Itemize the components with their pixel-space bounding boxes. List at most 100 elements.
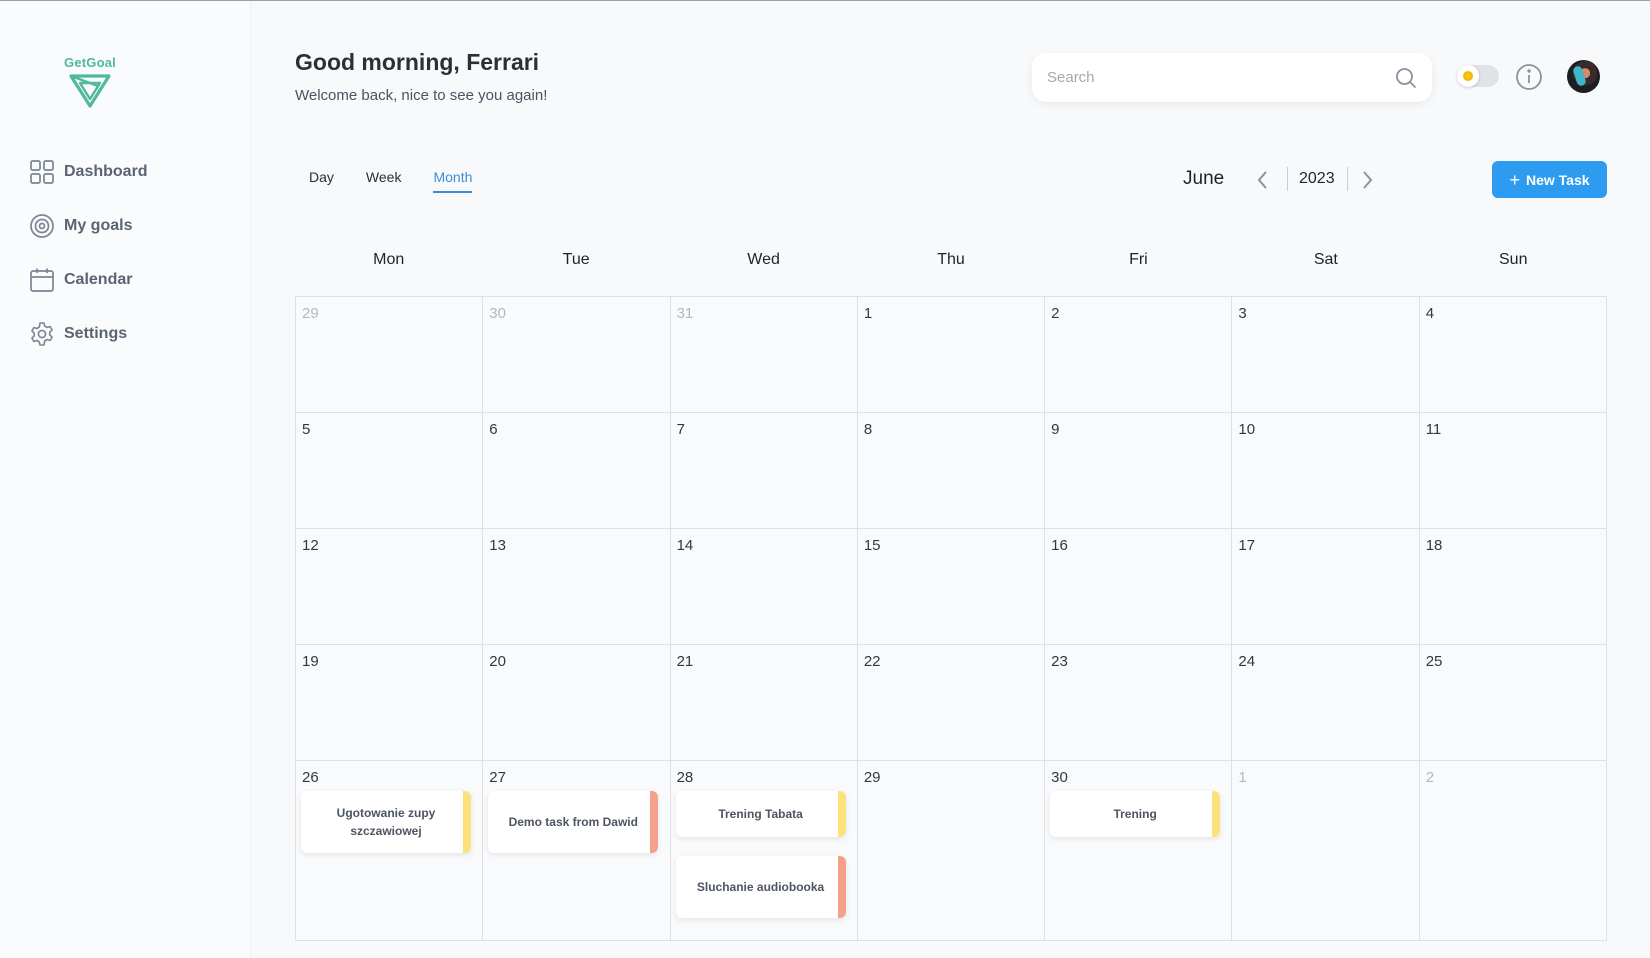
day-number: 31 [676, 305, 694, 322]
calendar-day-cell[interactable]: 9 [1045, 413, 1233, 529]
calendar-day-cell[interactable]: 22 [857, 645, 1046, 761]
task-title: Sluchanie audiobooka [696, 880, 825, 894]
task-card[interactable]: Demo task from Dawid [488, 791, 659, 853]
calendar-day-cell[interactable]: 17 [1232, 529, 1420, 645]
calendar-day-cell[interactable]: 2 [1045, 297, 1233, 413]
day-number: 20 [489, 653, 506, 670]
calendar-grid: 29 30 31 1 2 3 4 5 6 7 8 9 10 11 12 13 14 15 16 17 18 19 20 21 2… [295, 296, 1607, 941]
calendar-day-cell[interactable]: 27 Demo task from Dawid [483, 761, 671, 941]
calendar-day-cell[interactable]: 19 [296, 645, 484, 761]
tab-month[interactable]: Month [433, 169, 473, 193]
day-number: 9 [1051, 421, 1060, 438]
calendar-day-cell[interactable]: 14 [670, 529, 858, 645]
calendar-day-cell[interactable]: 31 [670, 297, 858, 413]
day-number: 8 [863, 421, 873, 438]
calendar-day-cell[interactable]: 6 [483, 413, 671, 529]
day-number: 6 [489, 421, 498, 438]
day-number: 10 [1238, 421, 1256, 438]
sidebar-item-calendar[interactable]: Calendar [28, 265, 238, 295]
calendar-day-cell[interactable]: 15 [857, 529, 1046, 645]
task-title: Demo task from Dawid [508, 815, 638, 829]
calendar-day-cell[interactable]: 29 [857, 761, 1046, 941]
day-number: 17 [1238, 537, 1256, 554]
calendar-day-cell[interactable]: 5 [296, 413, 484, 529]
task-card[interactable]: Trening Tabata [675, 791, 846, 837]
calendar-day-cell[interactable]: 23 [1045, 645, 1233, 761]
task-card[interactable]: Trening [1050, 791, 1221, 837]
calendar-day-cell[interactable]: 26 Ugotowanie zupy szczawiowej [296, 761, 484, 941]
sidebar-nav: Dashboard My goals Calendar Settings [28, 157, 238, 373]
calendar-day-cell[interactable]: 30 Trening [1045, 761, 1233, 941]
search-input[interactable] [1047, 69, 1394, 86]
calendar-day-cell[interactable]: 24 [1232, 645, 1420, 761]
calendar-day-cell[interactable]: 20 [483, 645, 671, 761]
tab-week[interactable]: Week [366, 169, 402, 193]
day-number: 21 [676, 653, 694, 670]
avatar[interactable] [1567, 60, 1600, 93]
day-number: 22 [863, 653, 881, 670]
divider [1287, 167, 1288, 191]
calendar-day-cell[interactable]: 25 [1419, 645, 1607, 761]
day-number: 3 [1238, 305, 1247, 322]
tab-day[interactable]: Day [309, 169, 334, 193]
calendar-icon [28, 266, 56, 294]
calendar-day-cell[interactable]: 10 [1232, 413, 1420, 529]
sidebar-item-my-goals[interactable]: My goals [28, 211, 238, 241]
calendar-day-cell[interactable]: 3 [1232, 297, 1420, 413]
day-number: 16 [1051, 537, 1068, 554]
calendar-day-cell[interactable]: 21 [670, 645, 858, 761]
target-icon [28, 212, 56, 240]
task-card[interactable]: Ugotowanie zupy szczawiowej [301, 791, 471, 853]
plus-icon: + [1509, 169, 1520, 190]
calendar-day-cell[interactable]: 11 [1419, 413, 1607, 529]
calendar-day-cell[interactable]: 18 [1419, 529, 1607, 645]
task-title: Ugotowanie zupy szczawiowej [336, 806, 436, 838]
gear-icon [28, 320, 56, 348]
day-number: 2 [1051, 305, 1060, 322]
theme-toggle[interactable] [1457, 65, 1499, 87]
calendar-day-cell[interactable]: 13 [483, 529, 671, 645]
sidebar-item-dashboard[interactable]: Dashboard [28, 157, 238, 187]
calendar-day-cell[interactable]: 29 [296, 297, 484, 413]
day-number: 7 [676, 421, 685, 438]
grid-icon [28, 158, 56, 186]
logo-text: GetGoal [64, 55, 116, 70]
day-number: 30 [489, 305, 506, 322]
calendar-day-cell[interactable]: 2 [1419, 761, 1607, 941]
sidebar-item-label: Calendar [64, 271, 133, 288]
weekday-label: Sun [1499, 251, 1528, 268]
day-number: 15 [863, 537, 881, 554]
calendar-day-cell[interactable]: 7 [670, 413, 858, 529]
calendar-day-cell[interactable]: 30 [483, 297, 671, 413]
info-icon[interactable] [1515, 63, 1543, 91]
day-number: 1 [1238, 769, 1247, 786]
new-task-button[interactable]: + New Task [1492, 161, 1607, 198]
page-subtitle: Welcome back, nice to see you again! [295, 87, 548, 104]
calendar-day-cell[interactable]: 4 [1419, 297, 1607, 413]
month-label: June [1183, 168, 1225, 189]
calendar-day-cell[interactable]: 28 Trening Tabata Sluchanie audiobooka [670, 761, 858, 941]
calendar-day-cell[interactable]: 16 [1045, 529, 1233, 645]
chevron-left-icon[interactable] [1253, 169, 1273, 191]
day-number: 12 [302, 537, 319, 554]
day-number: 13 [489, 537, 506, 554]
calendar-day-cell[interactable]: 1 [1232, 761, 1420, 941]
task-color-bar [650, 791, 659, 853]
logo-icon [69, 74, 111, 108]
task-title: Trening [1113, 807, 1157, 821]
chevron-right-icon[interactable] [1357, 169, 1377, 191]
new-task-label: New Task [1525, 171, 1590, 188]
weekday-label: Thu [937, 251, 965, 268]
sidebar-item-settings[interactable]: Settings [28, 319, 238, 349]
task-card[interactable]: Sluchanie audiobooka [675, 856, 846, 918]
sun-icon [1457, 65, 1479, 87]
day-number: 26 [302, 769, 319, 786]
calendar-day-cell[interactable]: 8 [857, 413, 1046, 529]
task-color-bar [837, 856, 846, 918]
day-number: 11 [1425, 421, 1442, 438]
calendar-day-cell[interactable]: 1 [857, 297, 1046, 413]
day-number: 29 [863, 769, 881, 786]
logo[interactable]: GetGoal [60, 55, 120, 119]
search-icon[interactable] [1394, 66, 1418, 90]
calendar-day-cell[interactable]: 12 [296, 529, 484, 645]
